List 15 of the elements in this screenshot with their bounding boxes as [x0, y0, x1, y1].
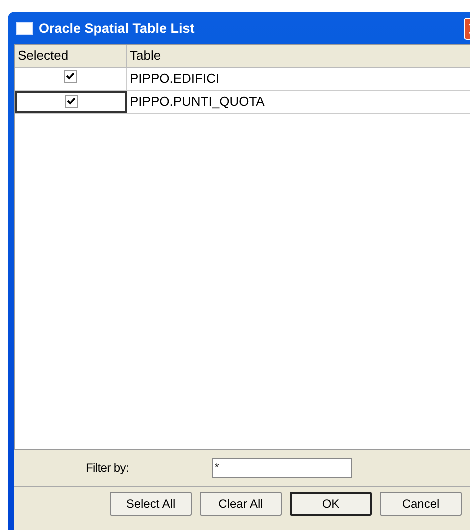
table-cell-text: PIPPO.PUNTI_QUOTA	[129, 93, 266, 111]
table-cell-text: PIPPO.EDIFICI	[129, 70, 221, 88]
filter-label: Filter by:	[84, 461, 129, 475]
filter-field[interactable]: *	[212, 458, 352, 478]
dialog-button[interactable]: Cancel	[380, 492, 462, 516]
checkbox[interactable]	[64, 95, 78, 108]
dialog-button[interactable]: Select All	[110, 492, 192, 516]
dialog-button[interactable]: Clear All	[200, 492, 282, 516]
checkbox[interactable]	[64, 70, 77, 83]
dialog-button[interactable]: OK	[290, 492, 372, 516]
window-icon	[16, 22, 33, 34]
window-title: Oracle Spatial Table List	[39, 20, 195, 36]
column-header[interactable]: Selected	[15, 45, 127, 67]
checkbox-cell[interactable]	[15, 91, 127, 113]
column-header[interactable]: Table	[127, 45, 470, 67]
